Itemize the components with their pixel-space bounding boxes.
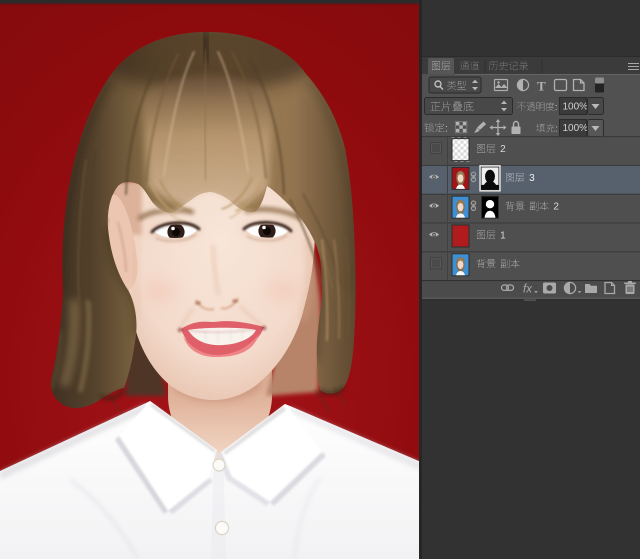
svg-text:2: 2: [500, 144, 506, 155]
svg-text::: :: [555, 102, 558, 113]
svg-text:T: T: [537, 79, 546, 94]
svg-text:fx: fx: [523, 284, 533, 296]
svg-text::: :: [445, 123, 448, 135]
svg-text::: :: [555, 124, 558, 135]
svg-text:100%: 100%: [563, 102, 589, 113]
svg-text:100%: 100%: [563, 123, 589, 134]
svg-text:3: 3: [529, 173, 535, 184]
svg-text:1: 1: [500, 231, 506, 242]
svg-text:2: 2: [553, 202, 559, 213]
